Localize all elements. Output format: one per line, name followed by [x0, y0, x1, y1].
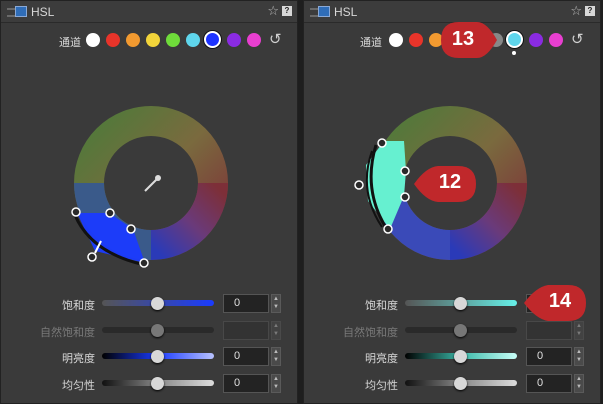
- channel-red-swatch[interactable]: [106, 33, 120, 47]
- reset-icon[interactable]: ↺: [269, 30, 282, 48]
- star-icon[interactable]: ☆: [570, 3, 582, 19]
- callout-14-number: 14: [548, 290, 572, 312]
- vibrance-value-field: [526, 321, 572, 340]
- uniformity-slider-thumb[interactable]: [151, 377, 164, 390]
- channel-purple-swatch[interactable]: [529, 33, 543, 47]
- luminance-value-field[interactable]: 0: [526, 347, 572, 366]
- help-icon[interactable]: ?: [282, 6, 292, 16]
- vibrance-slider-thumb: [454, 324, 467, 337]
- range-handle[interactable]: [126, 224, 136, 234]
- saturation-slider-thumb[interactable]: [454, 297, 467, 310]
- luminance-label: 明亮度: [62, 353, 95, 365]
- panel-window-icon: [15, 6, 27, 17]
- channel-orange-swatch[interactable]: [126, 33, 140, 47]
- eyedropper-icon[interactable]: [144, 175, 161, 192]
- saturation-label: 饱和度: [62, 300, 95, 312]
- range-handle[interactable]: [105, 208, 115, 218]
- range-handle[interactable]: [400, 192, 410, 202]
- luminance-value-field[interactable]: 0: [223, 347, 269, 366]
- callout-12-number: 12: [438, 171, 462, 193]
- callout-13-number: 13: [451, 28, 475, 50]
- saturation-slider-thumb[interactable]: [151, 297, 164, 310]
- hue-selection-range[interactable]: [77, 213, 145, 263]
- channel-white-swatch[interactable]: [86, 33, 100, 47]
- uniformity-stepper[interactable]: ▲ ▼: [271, 374, 281, 393]
- panel-window-icon: [318, 6, 330, 17]
- luminance-slider-thumb[interactable]: [151, 350, 164, 363]
- channel-aqua-swatch[interactable]: [506, 31, 523, 48]
- channel-purple-swatch[interactable]: [227, 33, 241, 47]
- luminance-slider-thumb[interactable]: [454, 350, 467, 363]
- app-root: HSL ☆ ? 通道 ↺ 饱和度 0 ▲ ▼ 自然饱和度 ▲ ▼ 明亮度 0 ▲…: [0, 0, 603, 404]
- panel-header: HSL ☆ ?: [1, 1, 297, 23]
- saturation-label: 饱和度: [365, 300, 398, 312]
- vibrance-label: 自然饱和度: [343, 327, 398, 339]
- star-icon[interactable]: ☆: [267, 3, 279, 19]
- channel-yellow-swatch[interactable]: [146, 33, 160, 47]
- uniformity-stepper[interactable]: ▲ ▼: [574, 374, 584, 393]
- channel-magenta-swatch[interactable]: [549, 33, 563, 47]
- hsl-panel-left: HSL ☆ ? 通道 ↺ 饱和度 0 ▲ ▼ 自然饱和度 ▲ ▼ 明亮度 0 ▲…: [0, 0, 298, 404]
- saturation-stepper[interactable]: ▲▼: [271, 294, 281, 313]
- reset-icon[interactable]: ↺: [571, 30, 584, 48]
- range-handle[interactable]: [71, 207, 81, 217]
- channel-label: 通道: [360, 37, 382, 49]
- uniformity-value-field[interactable]: 0: [223, 374, 269, 393]
- saturation-value-field[interactable]: 0: [223, 294, 269, 313]
- uniformity-label: 均匀性: [365, 380, 398, 392]
- luminance-label: 明亮度: [365, 353, 398, 365]
- channel-white-swatch[interactable]: [389, 33, 403, 47]
- channel-blue-swatch[interactable]: [204, 31, 221, 48]
- help-icon[interactable]: ?: [585, 6, 595, 16]
- vibrance-slider-thumb: [151, 324, 164, 337]
- range-handle[interactable]: [400, 166, 410, 176]
- uniformity-slider-thumb[interactable]: [454, 377, 467, 390]
- vibrance-value-field: [223, 321, 269, 340]
- range-handle[interactable]: [354, 180, 364, 190]
- range-handle[interactable]: [383, 224, 393, 234]
- vibrance-label: 自然饱和度: [40, 327, 95, 339]
- luminance-stepper[interactable]: ▲ ▼: [574, 347, 584, 366]
- hue-wheel-left[interactable]: [61, 101, 231, 276]
- channel-row: 通道 ↺: [1, 29, 297, 51]
- range-handle[interactable]: [377, 138, 387, 148]
- channel-label: 通道: [59, 37, 81, 49]
- channel-aqua-swatch[interactable]: [186, 33, 200, 47]
- panel-title: HSL: [31, 5, 55, 19]
- vibrance-stepper: ▲ ▼: [574, 321, 584, 340]
- luminance-stepper[interactable]: ▲ ▼: [271, 347, 281, 366]
- vibrance-stepper: ▲ ▼: [271, 321, 281, 340]
- channel-green-swatch[interactable]: [166, 33, 180, 47]
- channel-red-swatch[interactable]: [409, 33, 423, 47]
- panel-title: HSL: [334, 5, 358, 19]
- uniformity-value-field[interactable]: 0: [526, 374, 572, 393]
- range-handle[interactable]: [139, 258, 149, 268]
- uniformity-label: 均匀性: [62, 380, 95, 392]
- channel-magenta-swatch[interactable]: [247, 33, 261, 47]
- range-handle[interactable]: [87, 252, 97, 262]
- selected-indicator-dot: [512, 51, 516, 55]
